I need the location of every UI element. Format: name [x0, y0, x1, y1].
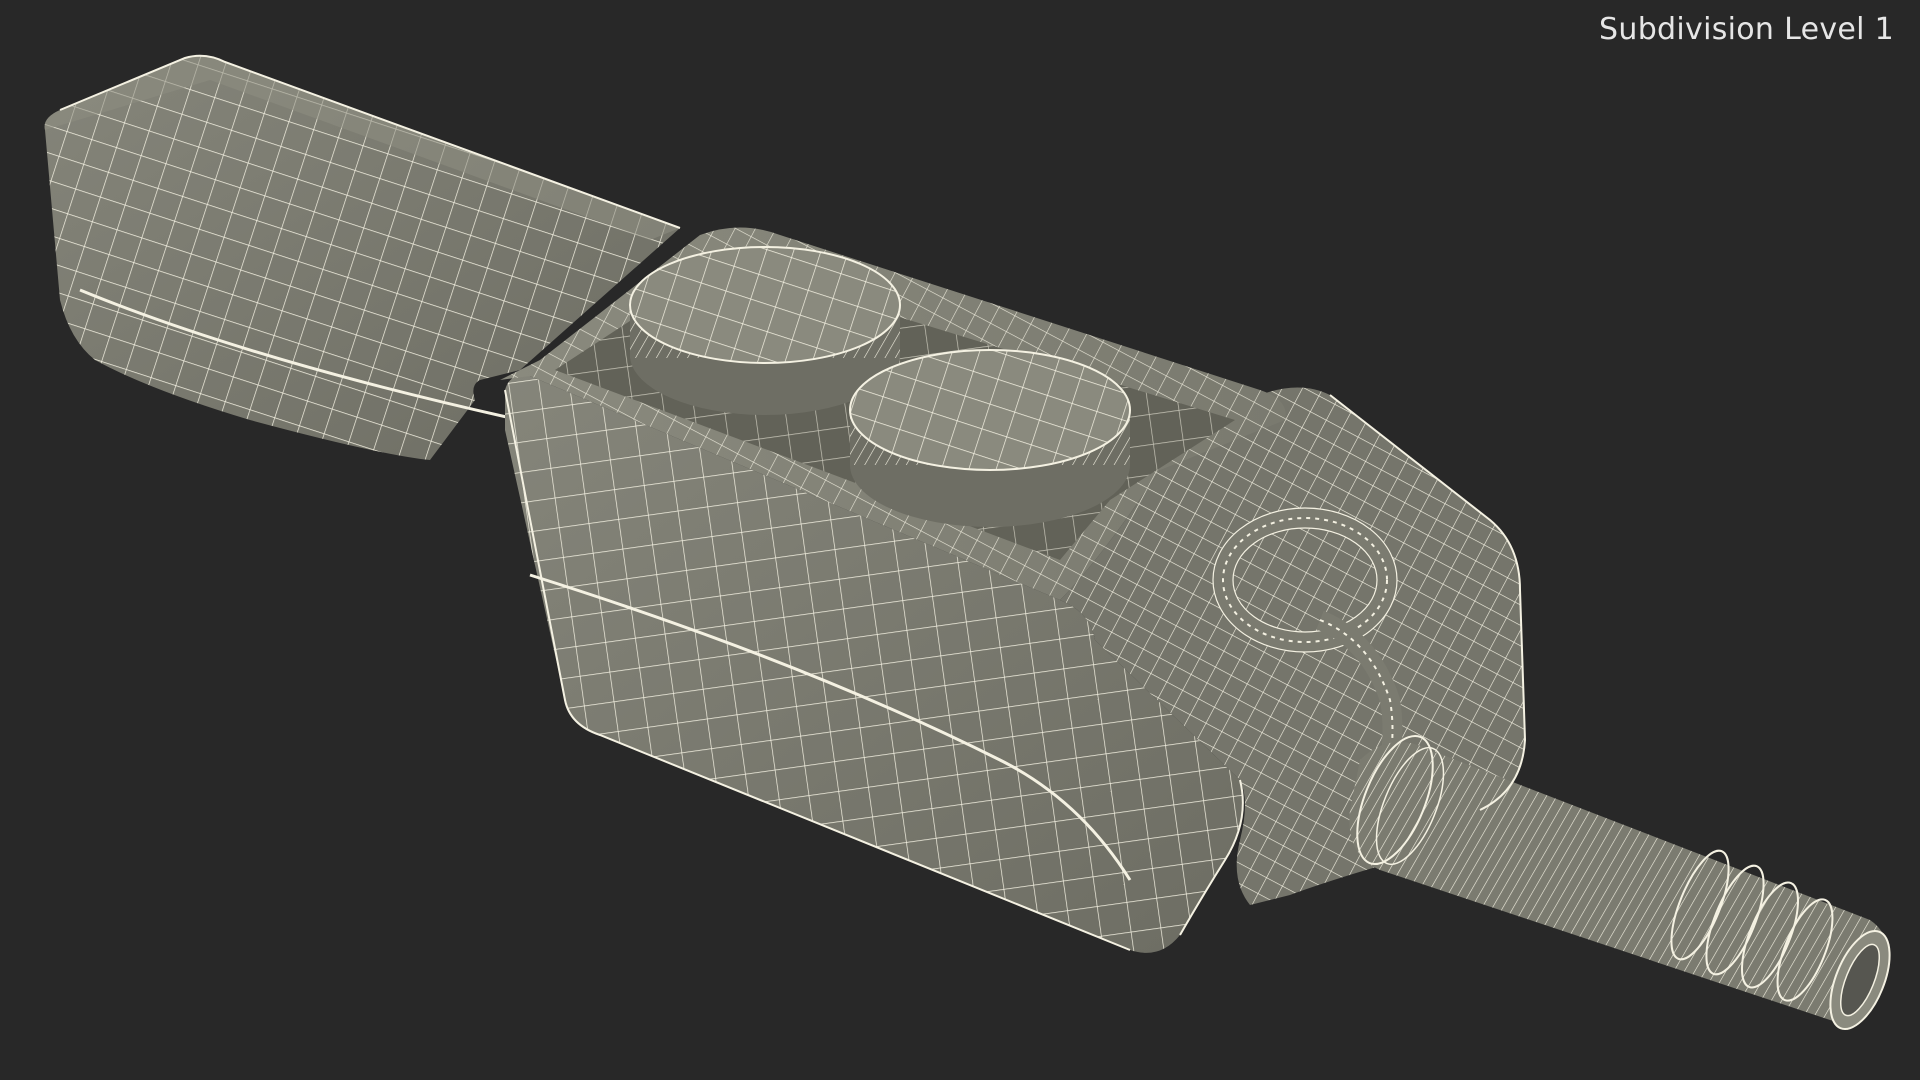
button-right — [849, 349, 1131, 527]
cable-gland — [1349, 734, 1891, 1031]
wireframe-model — [44, 54, 1891, 1031]
subdivision-level-label: Subdivision Level 1 — [1599, 12, 1894, 47]
render-viewport: Subdivision Level 1 — [0, 0, 1920, 1080]
